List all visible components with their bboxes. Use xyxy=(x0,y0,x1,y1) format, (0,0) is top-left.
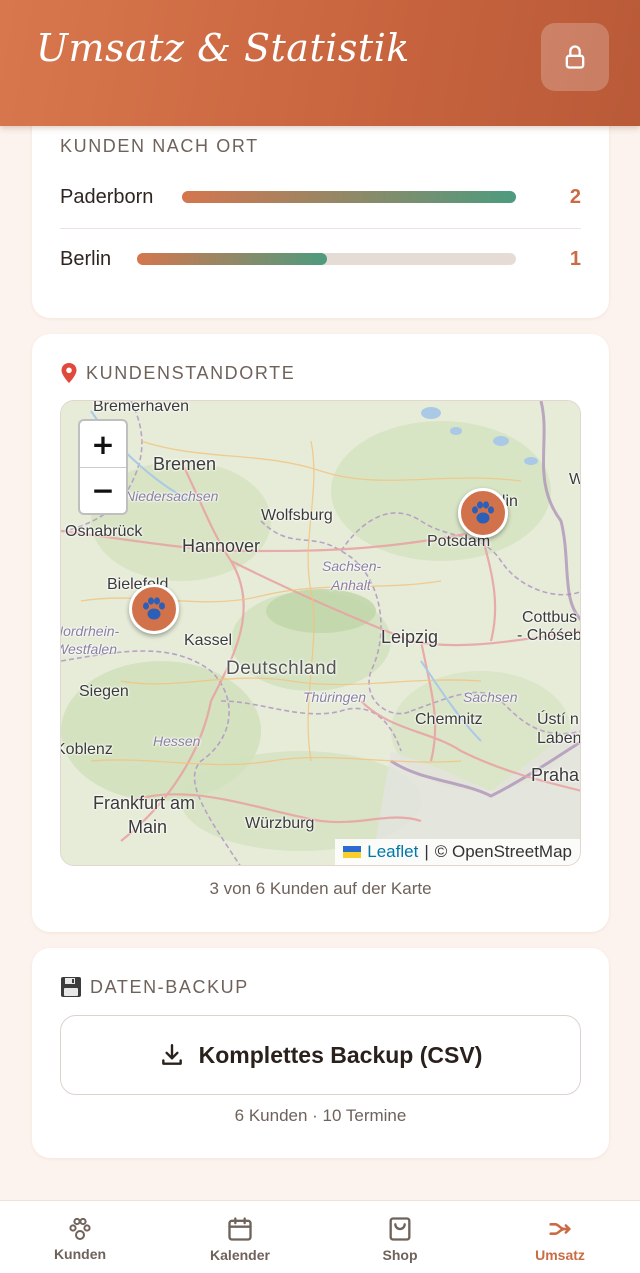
nav-item-shop[interactable]: Shop xyxy=(320,1201,480,1273)
map-label: Ústí n xyxy=(537,711,579,728)
map-label: Hessen xyxy=(153,733,201,749)
customer-locations-card: KUNDENSTANDORTE Bremerhaven Bremen Niede… xyxy=(32,334,609,932)
bottom-navigation: Kunden Kalender Shop Umsatz xyxy=(0,1200,640,1273)
map-label: Osnabrück xyxy=(65,523,143,540)
map-label: Siegen xyxy=(79,683,129,700)
zoom-control: + − xyxy=(78,419,128,515)
floppy-disk-icon xyxy=(61,977,81,997)
section-label-text: DATEN-BACKUP xyxy=(90,976,249,997)
map-label: Chemnitz xyxy=(415,711,483,728)
city-name: Berlin xyxy=(60,247,112,270)
full-backup-label: Komplettes Backup (CSV) xyxy=(198,1041,483,1068)
map-label: Kassel xyxy=(184,632,233,649)
section-label: DATEN-BACKUP xyxy=(60,976,249,998)
section-label-text: KUNDENSTANDORTE xyxy=(86,362,296,383)
map-label: Koblenz xyxy=(60,741,113,758)
lock-button[interactable] xyxy=(541,23,609,91)
zoom-out-button[interactable]: − xyxy=(80,467,126,513)
ukraine-flag-icon xyxy=(343,846,362,858)
divider xyxy=(60,228,581,229)
download-icon xyxy=(161,1044,182,1065)
map-attribution: Leaflet | © OpenStreetMap xyxy=(335,839,580,865)
map-marker-paderborn[interactable] xyxy=(129,584,179,634)
map-caption: 3 von 6 Kunden auf der Karte xyxy=(209,879,432,898)
section-label: KUNDEN NACH ORT xyxy=(60,136,259,156)
map-label: Deutschland xyxy=(226,658,338,679)
split-arrows-icon xyxy=(549,1223,571,1235)
map-label: Main xyxy=(128,817,168,837)
nav-label: Kalender xyxy=(210,1247,270,1263)
app-header: Umsatz & Statistik xyxy=(0,0,640,126)
map-label: Sachsen- xyxy=(322,558,382,574)
section-label: KUNDENSTANDORTE xyxy=(60,362,295,384)
backup-caption: 6 Kunden · 10 Termine xyxy=(234,1106,407,1125)
map-label: Anhalt xyxy=(331,577,371,593)
pin-icon xyxy=(61,363,77,383)
shopping-bag-icon xyxy=(389,1217,411,1241)
map-label: Westfalen xyxy=(60,641,117,657)
map-label: Wolfsburg xyxy=(261,507,333,524)
city-bar-track xyxy=(182,191,516,203)
city-bar-track xyxy=(137,253,516,265)
city-name: Paderborn xyxy=(60,185,154,208)
map-label: Leipzig xyxy=(381,627,439,647)
city-bar-fill xyxy=(182,191,516,203)
map-marker-berlin[interactable] xyxy=(458,488,508,538)
osm-link[interactable]: © OpenStreetMap xyxy=(435,842,572,862)
map-label: Laben xyxy=(537,730,581,747)
map-label: - Chóśebuz xyxy=(517,627,581,644)
nav-label: Kunden xyxy=(53,1246,107,1262)
map-label: Niedersachsen xyxy=(125,488,219,504)
city-count: 1 xyxy=(569,247,581,270)
map-label: Nordrhein- xyxy=(61,623,120,639)
map-label: Frankfurt am xyxy=(93,793,196,813)
map-label: Praha xyxy=(531,765,580,785)
paw-icon xyxy=(143,597,165,620)
city-count: 2 xyxy=(569,185,581,208)
map-label: Hannover xyxy=(182,536,261,556)
map-label: W xyxy=(569,471,580,489)
attribution-separator: | xyxy=(424,842,429,861)
paw-icon xyxy=(472,501,494,524)
map-label: Cottbus xyxy=(522,609,578,626)
map-label: Würzburg xyxy=(245,815,315,832)
map-label: Thüringen xyxy=(303,689,367,705)
city-bar-fill xyxy=(137,253,327,265)
page-title: Umsatz & Statistik xyxy=(36,26,410,70)
city-row: Berlin 1 xyxy=(60,239,581,279)
map-label: Bremen xyxy=(153,454,217,474)
full-backup-button[interactable]: Komplettes Backup (CSV) xyxy=(60,1015,581,1095)
nav-item-umsatz[interactable]: Umsatz xyxy=(480,1201,640,1273)
map-label: Bremerhaven xyxy=(93,400,190,415)
paw-icon xyxy=(69,1217,91,1240)
city-row: Paderborn 2 xyxy=(60,177,581,217)
map-label: Sachsen xyxy=(463,689,518,705)
nav-label: Umsatz xyxy=(535,1247,585,1263)
leaflet-link[interactable]: Leaflet xyxy=(367,842,418,862)
nav-label: Shop xyxy=(382,1247,418,1263)
nav-item-kalender[interactable]: Kalender xyxy=(160,1201,320,1273)
nav-item-kunden[interactable]: Kunden xyxy=(0,1201,160,1273)
data-backup-card: DATEN-BACKUP Komplettes Backup (CSV) 6 K… xyxy=(32,948,609,1158)
customers-by-city-card: KUNDEN NACH ORT Paderborn 2 Berlin 1 xyxy=(32,110,609,318)
calendar-icon xyxy=(228,1217,252,1241)
customer-map[interactable]: Bremerhaven Bremen Niedersachsen Wolfsbu… xyxy=(60,400,581,866)
lock-icon xyxy=(565,45,585,69)
zoom-in-button[interactable]: + xyxy=(80,421,126,467)
